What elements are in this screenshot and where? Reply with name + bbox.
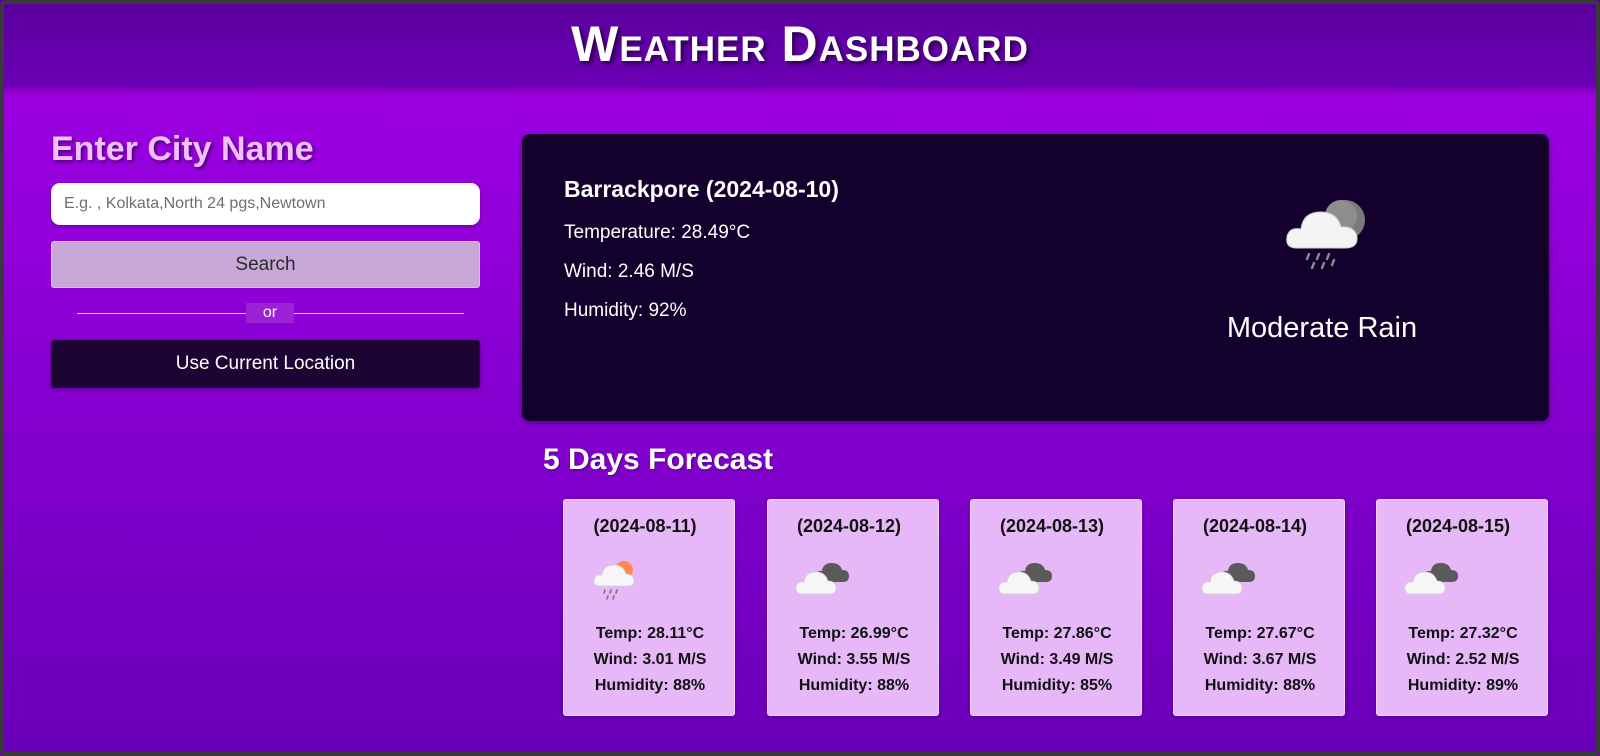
broken-clouds-icon: [1200, 556, 1260, 602]
forecast-wind: Wind: 3.55 M/S: [797, 651, 911, 668]
forecast-date: (2024-08-14): [1202, 516, 1308, 536]
forecast-card: (2024-08-15) Temp: 27.32°C Wind: 2.52 M/…: [1376, 499, 1548, 716]
current-wind: Wind: 2.46 M/S: [564, 261, 694, 282]
forecast-stats: Temp: 27.86°C Wind: 3.49 M/S Humidity: 8…: [971, 625, 1143, 703]
forecast-wind: Wind: 3.01 M/S: [593, 651, 707, 668]
forecast-stats: Temp: 26.99°C Wind: 3.55 M/S Humidity: 8…: [768, 625, 940, 703]
city-search-input[interactable]: [51, 183, 480, 225]
forecast-card: (2024-08-13) Temp: 27.86°C Wind: 3.49 M/…: [970, 499, 1142, 716]
forecast-humidity: Humidity: 88%: [594, 677, 706, 694]
forecast-temp: Temp: 27.67°C: [1205, 625, 1315, 642]
rain-cloud-moon-icon: [1279, 192, 1379, 282]
current-humidity: Humidity: 92%: [564, 300, 687, 321]
search-button[interactable]: Search: [51, 241, 480, 288]
divider-or-label: or: [246, 303, 294, 323]
forecast-card: (2024-08-14) Temp: 27.67°C Wind: 3.67 M/…: [1173, 499, 1345, 716]
forecast-humidity: Humidity: 85%: [1001, 677, 1113, 694]
forecast-temp: Temp: 27.32°C: [1408, 625, 1518, 642]
forecast-cards: (2024-08-11) Temp: 28.11°C Wind: 3.01 M/…: [563, 499, 1549, 716]
app-header: Weather Dashboard: [0, 0, 1600, 88]
forecast-humidity: Humidity: 88%: [798, 677, 910, 694]
forecast-wind: Wind: 3.49 M/S: [1000, 651, 1114, 668]
current-weather-card: Barrackpore (2024-08-10) Temperature: 28…: [522, 134, 1549, 421]
search-heading: Enter City Name: [51, 130, 314, 168]
forecast-stats: Temp: 27.32°C Wind: 2.52 M/S Humidity: 8…: [1377, 625, 1549, 703]
broken-clouds-icon: [997, 556, 1057, 602]
forecast-date: (2024-08-11): [593, 516, 697, 536]
forecast-stats: Temp: 27.67°C Wind: 3.67 M/S Humidity: 8…: [1174, 625, 1346, 703]
or-divider: or: [77, 303, 464, 323]
forecast-wind: Wind: 3.67 M/S: [1203, 651, 1317, 668]
forecast-date: (2024-08-13): [999, 516, 1105, 536]
forecast-temp: Temp: 27.86°C: [1002, 625, 1112, 642]
rain-cloud-sun-icon: [590, 556, 650, 602]
forecast-humidity: Humidity: 89%: [1407, 677, 1519, 694]
forecast-stats: Temp: 28.11°C Wind: 3.01 M/S Humidity: 8…: [564, 625, 736, 703]
current-city-title: Barrackpore (2024-08-10): [564, 176, 839, 202]
forecast-card: (2024-08-12) Temp: 26.99°C Wind: 3.55 M/…: [767, 499, 939, 716]
forecast-humidity: Humidity: 88%: [1204, 677, 1316, 694]
broken-clouds-icon: [1403, 556, 1463, 602]
forecast-date: (2024-08-15): [1405, 516, 1511, 536]
forecast-wind: Wind: 2.52 M/S: [1406, 651, 1520, 668]
forecast-temp: Temp: 26.99°C: [799, 625, 909, 642]
page-title: Weather Dashboard: [571, 16, 1029, 72]
current-temperature: Temperature: 28.49°C: [564, 222, 751, 243]
broken-clouds-icon: [794, 556, 854, 602]
use-current-location-button[interactable]: Use Current Location: [51, 340, 480, 388]
forecast-temp: Temp: 28.11°C: [595, 625, 705, 642]
forecast-title: 5 Days Forecast: [543, 443, 774, 476]
search-panel: Enter City Name Search or Use Current Lo…: [51, 130, 480, 388]
current-weather-details: Barrackpore (2024-08-10) Temperature: 28…: [564, 176, 839, 339]
forecast-card: (2024-08-11) Temp: 28.11°C Wind: 3.01 M/…: [563, 499, 735, 716]
forecast-date: (2024-08-12): [796, 516, 902, 536]
current-condition: Moderate Rain: [1226, 312, 1418, 344]
